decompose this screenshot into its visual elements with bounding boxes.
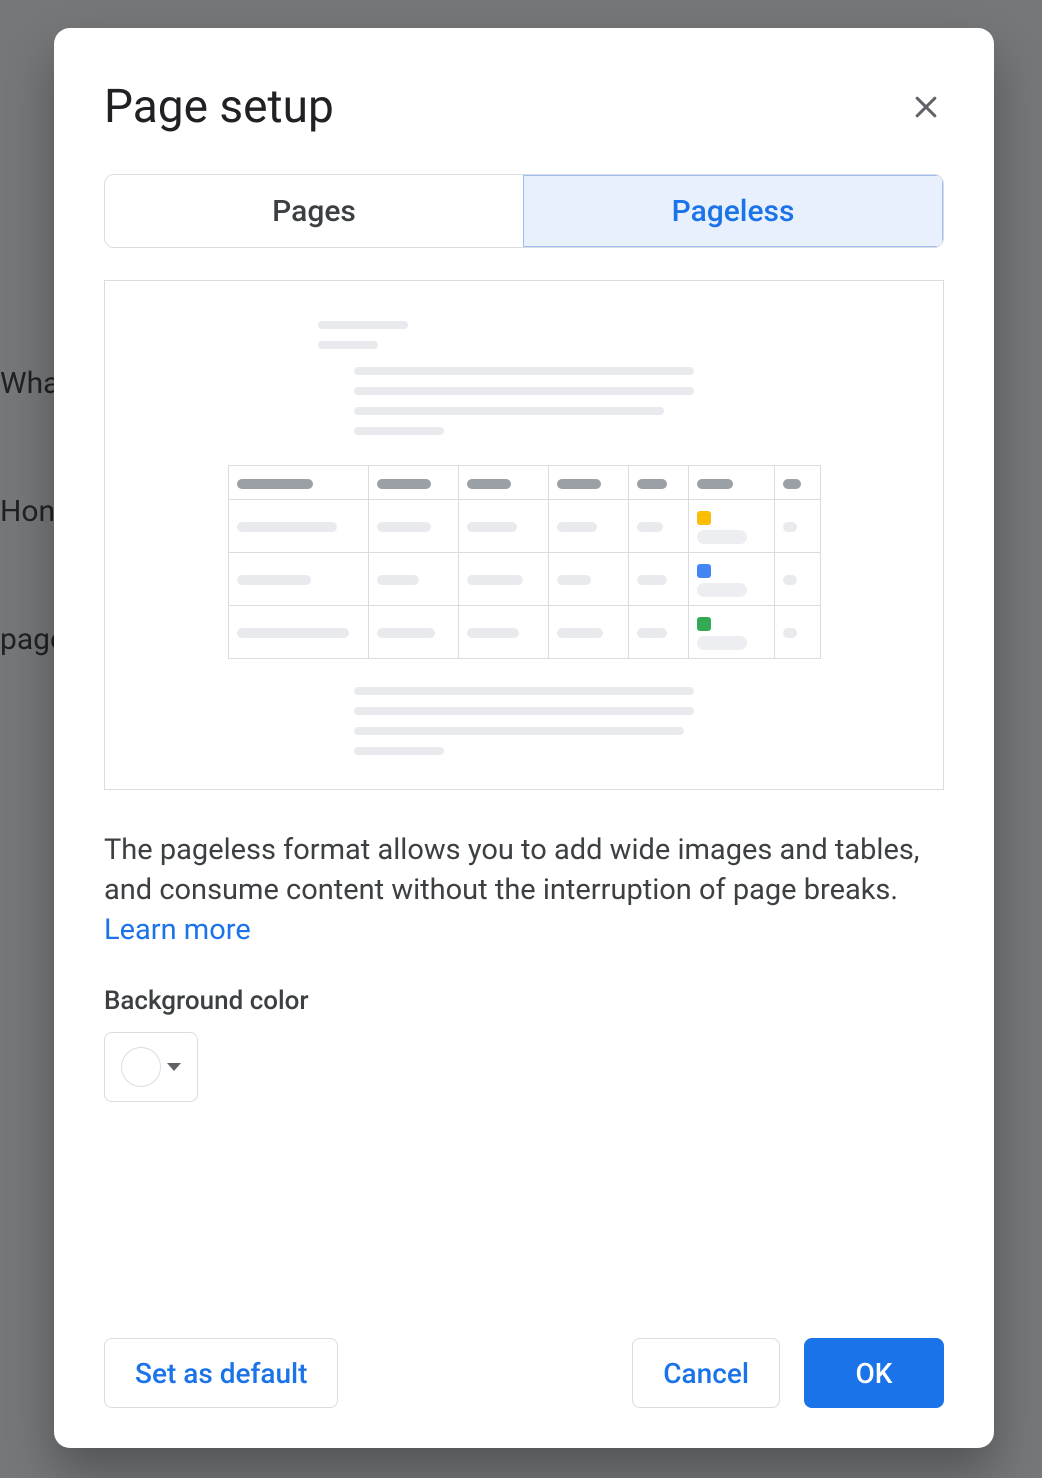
background-color-label: Background color bbox=[104, 986, 944, 1016]
tab-row: Pages Pageless bbox=[104, 174, 944, 248]
tab-pageless[interactable]: Pageless bbox=[523, 175, 943, 247]
dialog-title: Page setup bbox=[104, 80, 334, 134]
learn-more-link[interactable]: Learn more bbox=[104, 913, 251, 947]
pageless-description: The pageless format allows you to add wi… bbox=[104, 830, 944, 950]
cancel-button[interactable]: Cancel bbox=[632, 1338, 780, 1408]
description-text: The pageless format allows you to add wi… bbox=[104, 833, 920, 907]
tab-pages[interactable]: Pages bbox=[105, 175, 523, 247]
ok-button[interactable]: OK bbox=[804, 1338, 944, 1408]
close-icon[interactable] bbox=[908, 89, 944, 125]
background-color-picker[interactable] bbox=[104, 1032, 198, 1102]
set-as-default-button[interactable]: Set as default bbox=[104, 1338, 338, 1408]
preview-table bbox=[228, 465, 821, 659]
dialog-actions: Set as default Cancel OK bbox=[104, 1338, 944, 1408]
chevron-down-icon bbox=[167, 1063, 181, 1071]
pageless-preview bbox=[104, 280, 944, 790]
page-setup-dialog: Page setup Pages Pageless bbox=[54, 28, 994, 1448]
color-swatch bbox=[121, 1047, 161, 1087]
